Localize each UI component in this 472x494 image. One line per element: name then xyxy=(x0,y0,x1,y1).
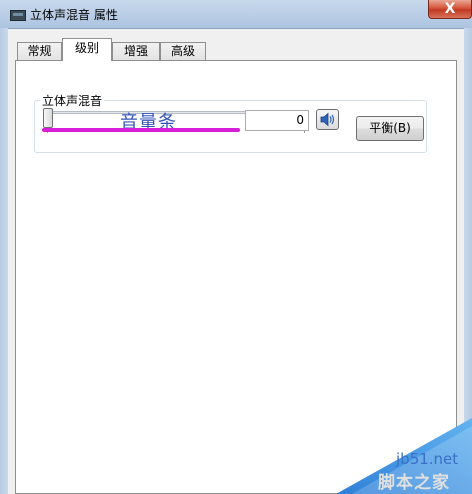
tab-advanced[interactable]: 高级 xyxy=(160,42,206,60)
stereo-mix-group-label: 立体声混音 xyxy=(40,92,105,109)
window-title: 立体声混音 属性 xyxy=(30,8,118,22)
tab-levels[interactable]: 级别 xyxy=(62,38,112,61)
volume-value-field[interactable]: 0 xyxy=(245,110,309,131)
mute-button[interactable] xyxy=(316,109,339,130)
annotation-underline xyxy=(42,128,240,132)
sound-card-icon xyxy=(10,10,26,21)
window-frame-left xyxy=(0,28,8,494)
watermark-site: jb51.net xyxy=(396,450,459,468)
speaker-icon xyxy=(320,112,335,127)
watermark-name: 脚本之家 xyxy=(378,473,450,493)
properties-window: 立体声混音 属性 X 常规 级别 增强 高级 立体声混音 音量条 0 平衡(B) xyxy=(0,0,472,494)
close-button[interactable]: X xyxy=(428,0,472,19)
title-bar[interactable]: 立体声混音 属性 X xyxy=(0,0,472,29)
volume-slider-thumb[interactable] xyxy=(43,108,53,128)
balance-button[interactable]: 平衡(B) xyxy=(356,116,424,141)
tab-enhancements[interactable]: 增强 xyxy=(112,42,160,60)
tab-general[interactable]: 常规 xyxy=(17,42,62,60)
